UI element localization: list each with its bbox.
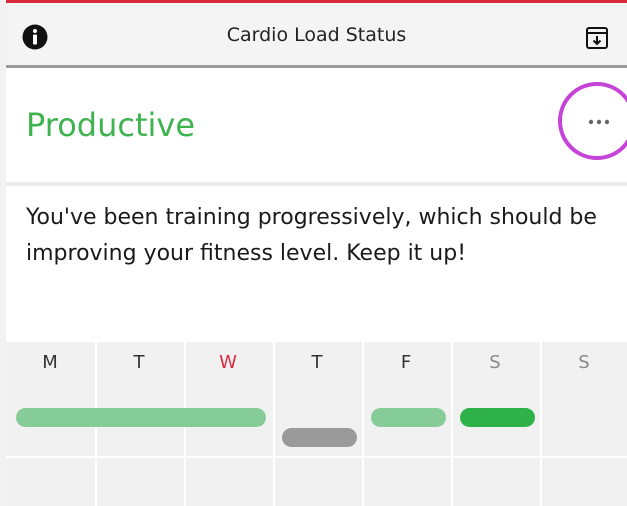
status-bar-thu [282, 428, 357, 447]
page-title: Cardio Load Status [226, 24, 407, 46]
header-bar: Cardio Load Status [6, 10, 627, 68]
status-bar-mon-wed [16, 408, 266, 427]
grid-line [6, 456, 627, 458]
week-calendar: M T W T F S S [6, 342, 627, 506]
day-label-mon: M [42, 352, 58, 373]
status-description: You've been training progressively, whic… [26, 205, 597, 266]
app-screen: Cardio Load Status Productive You've bee… [6, 0, 627, 506]
day-label-wed: W [219, 352, 237, 373]
day-label-tue: T [133, 352, 145, 373]
more-horizontal-icon [588, 119, 610, 125]
status-bar-sat [460, 408, 535, 427]
day-label-sat: S [489, 352, 501, 373]
day-label-fri: F [400, 352, 412, 373]
status-section: Productive [6, 68, 627, 186]
day-label-thu: T [311, 352, 323, 373]
top-accent-strip [6, 0, 627, 10]
export-icon[interactable] [585, 26, 609, 50]
more-options-button[interactable] [558, 82, 627, 160]
status-title: Productive [26, 106, 196, 144]
day-label-sun: S [578, 352, 590, 373]
status-bar-fri [371, 408, 446, 427]
